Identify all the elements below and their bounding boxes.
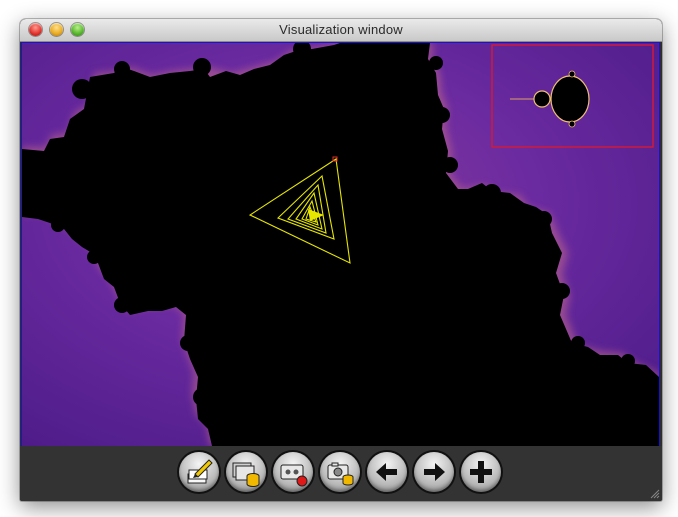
resize-grip-icon[interactable] [649, 488, 660, 499]
camera-database-icon [327, 462, 354, 486]
fractal-viewport[interactable] [21, 42, 660, 447]
minimap-set-cardioid [550, 75, 590, 123]
window-title: Visualization window [279, 22, 403, 37]
plus-icon [470, 461, 492, 483]
layers-database-icon [232, 462, 260, 487]
minimap-set-bottom [568, 120, 576, 128]
edit-notes-icon [187, 459, 213, 484]
record-video-button[interactable] [273, 452, 313, 492]
back-button[interactable] [367, 452, 407, 492]
camera-database-button[interactable] [320, 452, 360, 492]
minimap-set-bulb [533, 90, 551, 108]
layers-database-button[interactable] [226, 452, 266, 492]
add-button[interactable] [461, 452, 501, 492]
minimap-set-top [568, 70, 576, 78]
visualization-window: Visualization window [20, 19, 662, 501]
arrow-left-icon [376, 463, 397, 481]
arrow-right-icon [424, 463, 445, 481]
toolbar [20, 446, 662, 501]
title-bar[interactable]: Visualization window [20, 19, 662, 42]
record-video-icon [280, 464, 308, 487]
edit-notes-button[interactable] [179, 452, 219, 492]
forward-button[interactable] [414, 452, 454, 492]
